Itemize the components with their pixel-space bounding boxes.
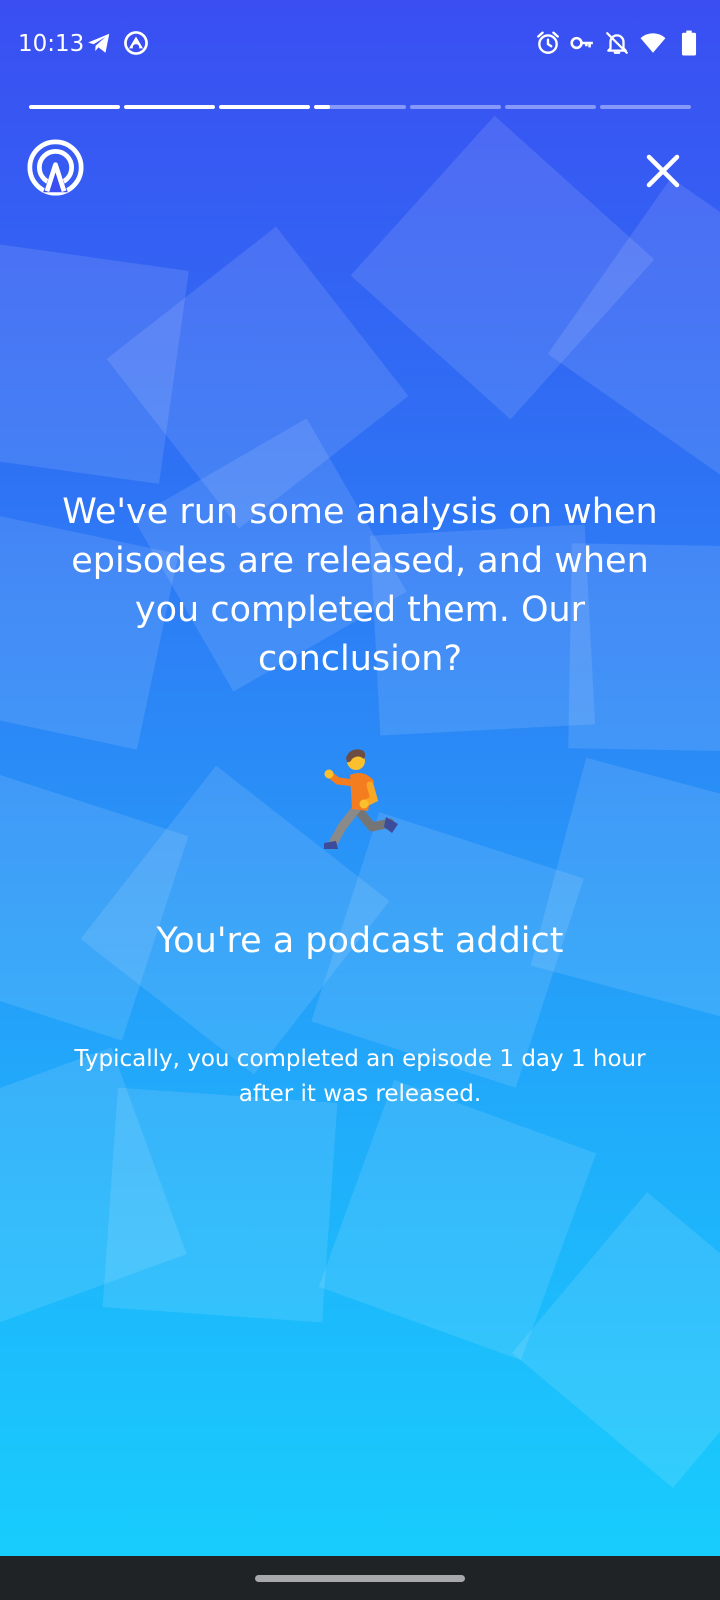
- story-title: You're a podcast addict: [156, 921, 564, 961]
- notifications-off-icon: [606, 32, 628, 54]
- battery-icon: [681, 30, 697, 56]
- progress-segment: [314, 105, 406, 109]
- progress-segment-fill: [29, 105, 121, 109]
- home-gesture-handle[interactable]: [255, 1575, 465, 1582]
- progress-segment-fill: [314, 105, 330, 109]
- story-progress: [29, 105, 691, 109]
- person-running-icon: [324, 749, 398, 850]
- story-screen: 10:13 We've run some analysis on when ep…: [0, 0, 720, 1556]
- story-headline: We've run some analysis on when episodes…: [62, 492, 658, 679]
- progress-segment: [599, 105, 691, 109]
- progress-segment: [219, 105, 311, 109]
- alarm-icon: [537, 31, 559, 54]
- podcast-app-logo-icon: [27, 139, 84, 196]
- navigation-bar: [0, 1556, 720, 1600]
- progress-segment: [29, 105, 121, 109]
- telegram-icon: [88, 33, 110, 53]
- close-button[interactable]: [640, 148, 686, 194]
- progress-segment: [504, 105, 596, 109]
- app-notification-icon: [124, 31, 148, 55]
- progress-segment: [124, 105, 216, 109]
- close-icon: [646, 154, 680, 188]
- progress-segment: [409, 105, 501, 109]
- wifi-icon: [640, 33, 666, 53]
- vpn-key-icon: [570, 36, 593, 50]
- status-bar: 10:13: [0, 0, 720, 88]
- status-time: 10:13: [18, 31, 85, 57]
- story-detail: Typically, you completed an episode 1 da…: [74, 1046, 646, 1107]
- background-square: [530, 757, 720, 1018]
- progress-segment-fill: [124, 105, 216, 109]
- progress-segment-fill: [219, 105, 311, 109]
